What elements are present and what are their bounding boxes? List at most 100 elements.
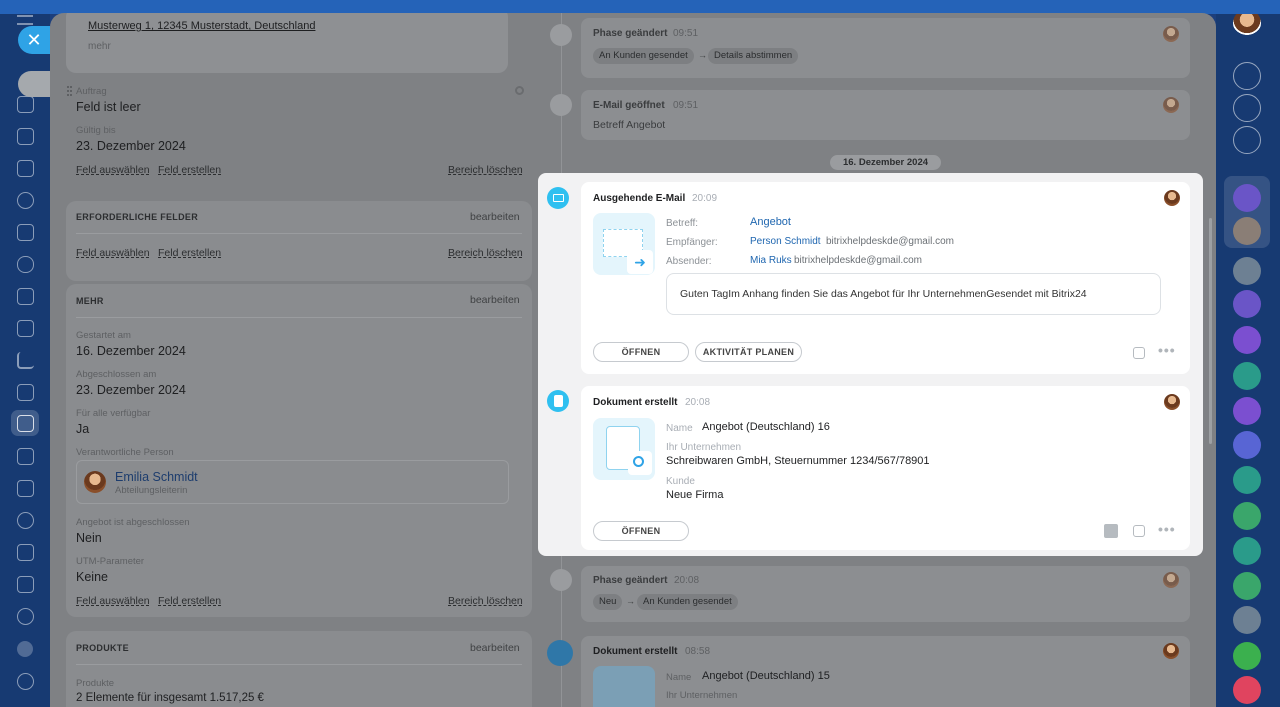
drag-handle-icon[interactable] (67, 86, 72, 96)
recipient-label: Empfänger: (666, 237, 718, 248)
more-link[interactable]: mehr (88, 41, 111, 52)
doc-name-value[interactable]: Angebot (Deutschland) 16 (702, 421, 830, 433)
chat-avatar-1[interactable] (1233, 184, 1261, 212)
lock-chat-5[interactable] (1233, 537, 1261, 565)
home-icon[interactable] (17, 96, 34, 113)
author-avatar[interactable] (1163, 643, 1179, 659)
close-slider-button[interactable]: ✕ (18, 26, 50, 54)
author-avatar[interactable] (1163, 26, 1179, 42)
select-field-link-3[interactable]: Feld auswählen (76, 595, 150, 607)
search-chat-icon[interactable] (1233, 126, 1261, 154)
print-icon[interactable] (1104, 524, 1118, 538)
plan-activity-button[interactable]: AKTIVITÄT PLANEN (695, 342, 802, 362)
valid-until-value[interactable]: 23. Dezember 2024 (76, 139, 186, 153)
utm-value[interactable]: Keine (76, 570, 108, 584)
note-icon[interactable] (1133, 347, 1145, 359)
clock-icon[interactable] (17, 512, 34, 529)
responsible-avatar[interactable] (84, 471, 106, 493)
author-avatar[interactable] (1163, 97, 1179, 113)
contacts-icon[interactable] (17, 192, 34, 209)
required-edit-link[interactable]: bearbeiten (470, 211, 520, 223)
phase-title-2: Phase geändert (593, 575, 668, 586)
menu-icon[interactable] (17, 15, 33, 25)
clear-section-link[interactable]: Bereich löschen (448, 164, 523, 176)
author-avatar[interactable] (1164, 394, 1180, 410)
gear-icon[interactable] (515, 86, 524, 95)
edit-icon[interactable] (17, 448, 34, 465)
doc-company-label: Ihr Unternehmen (666, 442, 742, 453)
target-icon[interactable] (17, 608, 34, 625)
responsible-name[interactable]: Emilia Schmidt (115, 470, 198, 484)
select-field-link[interactable]: Feld auswählen (76, 164, 150, 176)
lock-chat-3[interactable] (1233, 431, 1261, 459)
phase-from-chip-2: Neu (593, 594, 623, 610)
calendar-icon[interactable] (17, 544, 34, 561)
started-value[interactable]: 16. Dezember 2024 (76, 344, 186, 358)
address-text[interactable]: Musterweg 1, 12345 Musterstadt, Deutschl… (88, 20, 315, 32)
arrow-icon: → (626, 596, 635, 606)
more-edit-link[interactable]: bearbeiten (470, 294, 520, 306)
note-icon[interactable] (1133, 525, 1145, 537)
chat-avatar-2[interactable] (1233, 217, 1261, 245)
products-value[interactable]: 2 Elemente für insgesamt 1.517,25 € (76, 692, 264, 704)
doc-title: Dokument erstellt (593, 397, 678, 408)
author-avatar[interactable] (1163, 572, 1179, 588)
monitor-icon[interactable] (17, 320, 34, 337)
more-menu-icon[interactable]: ••• (1158, 521, 1176, 537)
task-chat-1[interactable] (1233, 502, 1261, 530)
responsible-label: Verantwortliche Person (76, 447, 174, 458)
clear-section-link-2[interactable]: Bereich löschen (448, 247, 523, 259)
doc2-name-value[interactable]: Angebot (Deutschland) 15 (702, 670, 830, 682)
chat-avatar-5[interactable] (1233, 326, 1261, 354)
chat-avatar-4[interactable] (1233, 290, 1261, 318)
clear-section-link-3[interactable]: Bereich löschen (448, 595, 523, 607)
settings-icon[interactable] (17, 673, 34, 690)
chat-icon[interactable] (17, 256, 34, 273)
divider (76, 317, 522, 318)
create-field-link-3[interactable]: Feld erstellen (158, 595, 221, 607)
at-icon[interactable] (1233, 94, 1261, 122)
filter-icon[interactable] (17, 415, 34, 432)
doc2-title: Dokument erstellt (593, 646, 678, 657)
lock-chat-1[interactable] (1233, 362, 1261, 390)
lock-chat-4[interactable] (1233, 466, 1261, 494)
completed-value[interactable]: 23. Dezember 2024 (76, 383, 186, 397)
subject-value[interactable]: Angebot (750, 216, 791, 228)
create-field-link-2[interactable]: Feld erstellen (158, 247, 221, 259)
offer-closed-value[interactable]: Nein (76, 531, 102, 545)
utm-label: UTM-Parameter (76, 556, 145, 567)
feed-icon[interactable] (17, 128, 34, 145)
wallet-icon[interactable] (17, 288, 34, 305)
doc2-time: 08:58 (685, 646, 711, 657)
recipient-name[interactable]: Person Schmidt (750, 236, 821, 247)
chat-avatar-3[interactable] (1233, 257, 1261, 285)
doc-open-button[interactable]: ÖFFNEN (593, 521, 689, 541)
robot-icon[interactable] (17, 576, 34, 593)
scrollbar[interactable] (1209, 218, 1212, 444)
minimize-slider-button[interactable] (18, 71, 50, 97)
lock-chat-2[interactable] (1233, 397, 1261, 425)
more-menu-icon[interactable]: ••• (1158, 342, 1176, 358)
analytics-icon[interactable] (17, 352, 34, 369)
available-value[interactable]: Ja (76, 422, 89, 436)
documents-icon[interactable] (17, 224, 34, 241)
sender-name[interactable]: Mia Ruks (750, 255, 792, 266)
phone-end-icon[interactable] (1233, 676, 1261, 704)
select-field-link-2[interactable]: Feld auswählen (76, 247, 150, 259)
sites-icon[interactable] (17, 641, 33, 657)
magnifier-lens (633, 456, 644, 467)
products-edit-link[interactable]: bearbeiten (470, 642, 520, 654)
bell-icon[interactable] (1233, 62, 1261, 90)
phone-icon[interactable] (1233, 642, 1261, 670)
author-avatar[interactable] (1164, 190, 1180, 206)
tasks-icon[interactable] (17, 160, 34, 177)
card-icon[interactable] (17, 480, 34, 497)
create-field-link[interactable]: Feld erstellen (158, 164, 221, 176)
order-value[interactable]: Feld ist leer (76, 100, 141, 114)
task-chat-2[interactable] (1233, 572, 1261, 600)
available-label: Für alle verfügbar (76, 408, 151, 419)
group-chat-avatar[interactable] (1233, 606, 1261, 634)
cart-icon[interactable] (17, 384, 34, 401)
phase-icon (550, 24, 572, 46)
email-open-button[interactable]: ÖFFNEN (593, 342, 689, 362)
